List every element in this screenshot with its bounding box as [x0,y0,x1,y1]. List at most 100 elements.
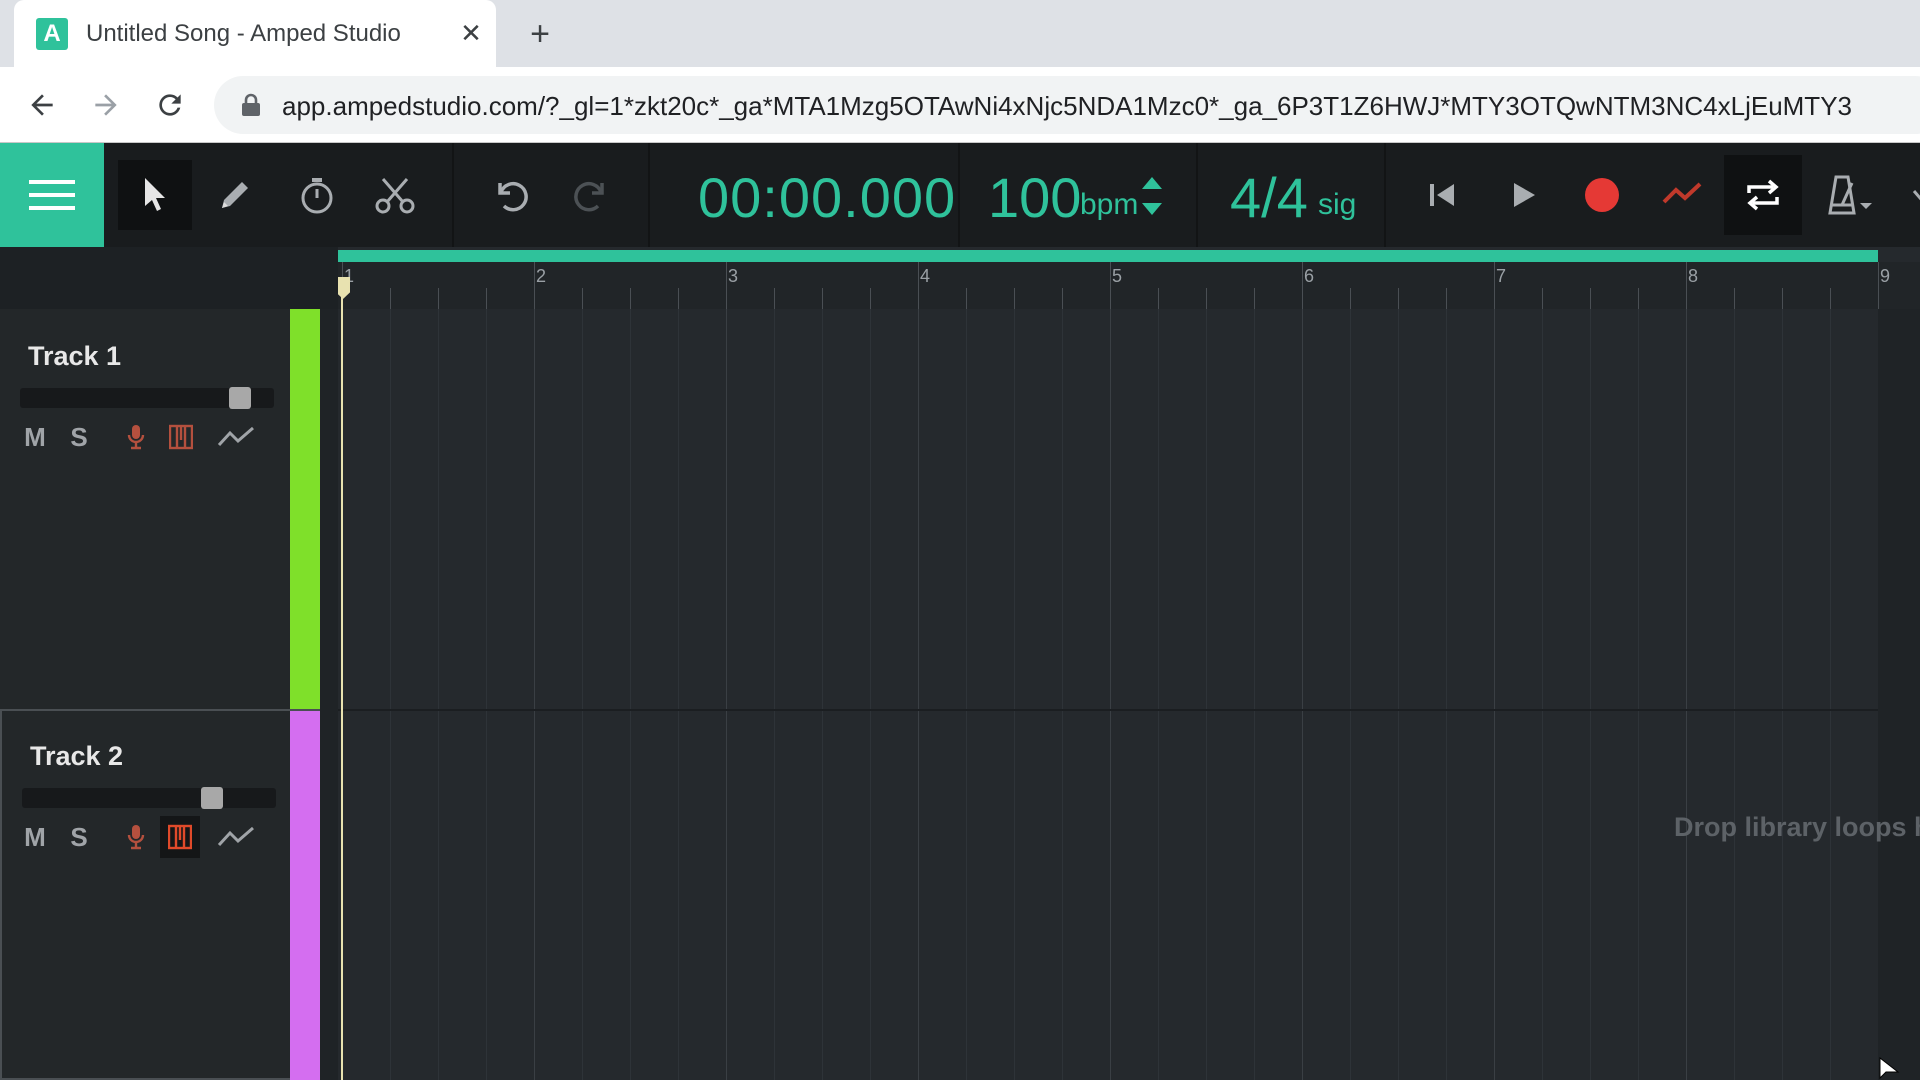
ruler-tick [1110,262,1111,309]
grid-line [1110,309,1111,1080]
time-signature-unit: sig [1318,188,1357,221]
ruler-tick [1302,262,1303,309]
bar-number: 5 [1112,266,1123,286]
skip-to-start-icon[interactable] [1412,165,1472,225]
ruler-left-spacer [0,247,338,309]
pencil-icon[interactable] [198,160,272,230]
ruler-tick [1734,288,1735,309]
bpm-value[interactable]: 100 [988,165,1081,230]
grid-line [1398,309,1399,1080]
track-header-1[interactable]: Track 1 M S [0,309,320,709]
grid-line [1446,309,1447,1080]
microphone-icon[interactable] [122,820,150,854]
drop-loops-hint: Drop library loops h [1674,812,1920,842]
bar-number: 8 [1688,266,1699,286]
piano-keys-icon[interactable] [160,816,200,858]
browser-tab[interactable]: A Untitled Song - Amped Studio ✕ [14,0,496,67]
microphone-icon[interactable] [122,420,150,454]
play-icon[interactable] [1494,165,1554,225]
grid-line [1302,309,1303,1080]
bpm-unit: bpm [1080,188,1139,221]
header-separator [1196,143,1198,247]
tab-close-icon[interactable]: ✕ [454,16,488,50]
ruler-tick [1878,262,1879,309]
ruler-tick [1686,262,1687,309]
back-arrow-icon[interactable] [20,83,64,127]
metronome-icon[interactable] [1820,165,1880,225]
automation-icon[interactable] [216,420,256,454]
bpm-stepper-icon[interactable] [1138,171,1166,221]
bar-ruler[interactable]: 123456789 [338,262,1920,309]
lock-icon [242,93,260,116]
ruler-tick [1398,288,1399,309]
track-header-2[interactable]: Track 2 M S [0,709,320,1080]
address-bar[interactable]: app.ampedstudio.com/?_gl=1*zkt20c*_ga*MT… [214,76,1920,134]
header-separator [1384,143,1386,247]
grid-line [630,309,631,1080]
stopwatch-icon[interactable] [280,160,354,230]
grid-line [1830,309,1831,1080]
track-name[interactable]: Track 1 [28,341,121,372]
ruler-tick [1542,288,1543,309]
grid-line [1782,309,1783,1080]
header-separator [452,143,454,247]
grid-line [1206,309,1207,1080]
grid-line [1542,309,1543,1080]
automation-icon[interactable] [216,820,256,854]
grid-line [582,309,583,1080]
grid-line [1686,309,1687,1080]
solo-button[interactable]: S [64,420,94,454]
ruler-tick [774,288,775,309]
track-row-separator [338,709,1920,711]
mute-button[interactable]: M [20,420,50,454]
track-volume-slider[interactable] [20,387,274,409]
loop-region-bar[interactable] [338,250,1878,262]
ruler-tick [1206,288,1207,309]
ruler-tick [1254,288,1255,309]
bar-number: 3 [728,266,739,286]
grid-line [1494,309,1495,1080]
select-pointer-icon[interactable] [118,160,192,230]
grid-line [1014,309,1015,1080]
scissors-icon[interactable] [358,160,432,230]
redo-icon[interactable] [554,160,628,230]
volume-slider-knob[interactable] [201,787,223,809]
arrangement-timeline[interactable]: 123456789 Drop library loops h [338,247,1920,1080]
loop-toggle-icon[interactable] [1724,155,1802,235]
reload-icon[interactable] [148,83,192,127]
grid-line [438,309,439,1080]
time-display[interactable]: 00:00.000 [698,165,956,230]
ruler-tick [1014,288,1015,309]
ruler-tick [1782,288,1783,309]
ruler-tick [630,288,631,309]
ruler-tick [1638,288,1639,309]
track-name[interactable]: Track 2 [30,741,123,772]
piano-keys-icon[interactable] [166,420,196,454]
browser-tabstrip: A Untitled Song - Amped Studio ✕ + [0,0,1920,67]
mouse-cursor-icon [1879,1056,1900,1080]
automation-record-icon[interactable] [1652,165,1712,225]
grid-line [534,309,535,1080]
ruler-tick [1062,288,1063,309]
ruler-tick [1350,288,1351,309]
bar-number: 9 [1880,266,1891,286]
mute-button[interactable]: M [20,820,50,854]
grid-line [1254,309,1255,1080]
chevron-down-icon[interactable] [1890,165,1920,225]
track-volume-slider[interactable] [22,787,276,809]
header-separator [648,143,650,247]
ruler-tick [438,288,439,309]
undo-icon[interactable] [474,160,548,230]
time-signature-value[interactable]: 4/4 [1230,165,1308,230]
ruler-tick [1494,262,1495,309]
volume-slider-knob[interactable] [229,387,251,409]
grid-line [1590,309,1591,1080]
header-separator [958,143,960,247]
grid-line [486,309,487,1080]
forward-arrow-icon[interactable] [84,83,128,127]
hamburger-menu-icon[interactable] [0,143,104,247]
record-icon[interactable] [1572,165,1632,225]
new-tab-icon[interactable]: + [520,14,560,54]
grid-line [1158,309,1159,1080]
solo-button[interactable]: S [64,820,94,854]
